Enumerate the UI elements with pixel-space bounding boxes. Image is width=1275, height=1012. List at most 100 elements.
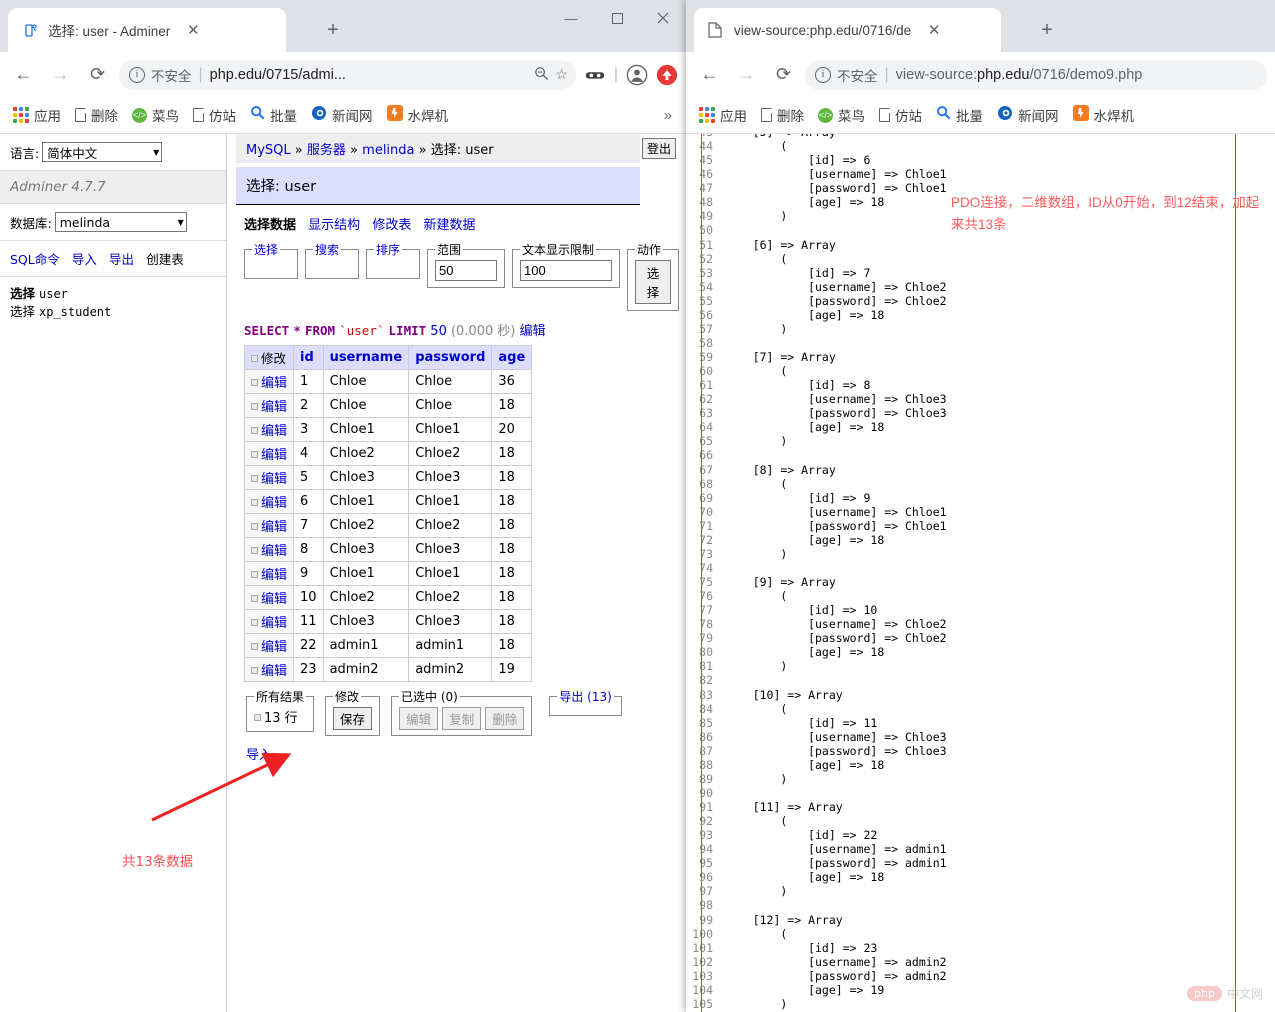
bookmark-delete[interactable]: 删除 bbox=[754, 105, 811, 125]
row-edit-link[interactable]: 编辑 bbox=[261, 616, 287, 631]
forward-button[interactable]: → bbox=[731, 59, 762, 90]
bookmark-fangzhan[interactable]: 仿站 bbox=[872, 105, 929, 125]
bookmarks-overflow-button[interactable]: » bbox=[656, 107, 680, 124]
row-edit-link[interactable]: 编辑 bbox=[261, 664, 287, 679]
reload-button[interactable]: ⟳ bbox=[768, 59, 799, 90]
clone-selected-button[interactable]: 复制 bbox=[442, 707, 482, 730]
bookmark-xinwenwang[interactable]: 新闻网 bbox=[990, 105, 1066, 126]
import-link[interactable]: 导入 bbox=[72, 252, 97, 267]
row-edit-link[interactable]: 编辑 bbox=[261, 544, 287, 559]
column-header-id[interactable]: id bbox=[293, 345, 324, 370]
bookmark-star-icon[interactable]: ☆ bbox=[555, 66, 568, 83]
bookmark-apps[interactable]: 应用 bbox=[6, 105, 68, 125]
row-checkbox[interactable] bbox=[251, 571, 258, 578]
row-checkbox[interactable] bbox=[251, 643, 258, 650]
select-all-checkbox[interactable] bbox=[251, 355, 258, 362]
tab-alter-table[interactable]: 修改表 bbox=[372, 218, 411, 233]
row-edit-link[interactable]: 编辑 bbox=[261, 640, 287, 655]
browser-tab-adminer[interactable]: 选择: user - Adminer ✕ bbox=[8, 8, 286, 52]
bookmark-apps[interactable]: 应用 bbox=[692, 105, 754, 125]
text-length-input[interactable] bbox=[520, 260, 612, 281]
fieldset-select[interactable]: 选择 bbox=[244, 241, 298, 279]
bookmark-shuihanji[interactable]: 水焊机 bbox=[380, 104, 456, 126]
column-header-username[interactable]: username bbox=[322, 345, 410, 370]
sql-command-link[interactable]: SQL命令 bbox=[10, 252, 60, 267]
fieldset-sort[interactable]: 排序 bbox=[366, 241, 420, 279]
breadcrumb-server[interactable]: 服务器 bbox=[307, 143, 346, 158]
tab-new-item[interactable]: 新建数据 bbox=[423, 218, 475, 233]
table-list-item-xp-student[interactable]: 选择 xp_student bbox=[10, 303, 216, 321]
table-list-item-user[interactable]: 选择 user bbox=[10, 285, 216, 303]
fieldset-legend[interactable]: 选择 bbox=[252, 241, 280, 258]
bookmark-piliang[interactable]: 批量 bbox=[243, 105, 304, 125]
sql-edit-link[interactable]: 编辑 bbox=[520, 324, 546, 339]
bookmark-shuihanji[interactable]: 水焊机 bbox=[1066, 104, 1142, 126]
profile-icon[interactable] bbox=[626, 64, 648, 86]
bookmark-delete[interactable]: 删除 bbox=[68, 105, 125, 125]
address-bar[interactable]: i 不安全 | view-source:php.edu/0716/demo9.p… bbox=[805, 59, 1267, 90]
update-icon[interactable] bbox=[656, 64, 678, 86]
fieldset-search[interactable]: 搜索 bbox=[305, 241, 359, 279]
row-checkbox[interactable] bbox=[251, 595, 258, 602]
row-edit-link[interactable]: 编辑 bbox=[261, 520, 287, 535]
forward-button[interactable]: → bbox=[45, 59, 76, 90]
row-checkbox[interactable] bbox=[251, 379, 258, 386]
row-checkbox[interactable] bbox=[251, 619, 258, 626]
source-viewport[interactable]: 4344454647484950515253545556575859606162… bbox=[686, 134, 1275, 1012]
bookmark-fangzhan[interactable]: 仿站 bbox=[186, 105, 243, 125]
row-checkbox[interactable] bbox=[251, 403, 258, 410]
back-button[interactable]: ← bbox=[8, 59, 39, 90]
column-header-age[interactable]: age bbox=[491, 345, 533, 370]
row-checkbox[interactable] bbox=[251, 499, 258, 506]
column-header-password[interactable]: password bbox=[408, 345, 493, 370]
bookmark-piliang[interactable]: 批量 bbox=[929, 105, 990, 125]
breadcrumb-mysql[interactable]: MySQL bbox=[246, 143, 291, 158]
tab-show-structure[interactable]: 显示结构 bbox=[308, 218, 360, 233]
back-button[interactable]: ← bbox=[694, 59, 725, 90]
row-edit-link[interactable]: 编辑 bbox=[261, 376, 287, 391]
new-tab-button[interactable]: + bbox=[320, 17, 346, 43]
language-select[interactable]: 简体中文 ▼ bbox=[42, 142, 163, 162]
site-info-icon[interactable]: i bbox=[129, 66, 145, 83]
row-edit-link[interactable]: 编辑 bbox=[261, 496, 287, 511]
incognito-extension-icon[interactable] bbox=[584, 67, 606, 83]
create-table-link[interactable]: 创建表 bbox=[146, 252, 184, 267]
row-checkbox[interactable] bbox=[251, 451, 258, 458]
select-submit-button[interactable]: 选择 bbox=[635, 260, 671, 304]
minimize-button[interactable]: — bbox=[548, 0, 594, 36]
row-checkbox[interactable] bbox=[251, 427, 258, 434]
database-select[interactable]: melinda ▼ bbox=[54, 212, 187, 232]
tab-select-data[interactable]: 选择数据 bbox=[244, 218, 296, 233]
maximize-button[interactable] bbox=[594, 0, 640, 36]
row-checkbox[interactable] bbox=[251, 475, 258, 482]
row-edit-link[interactable]: 编辑 bbox=[261, 448, 287, 463]
reload-button[interactable]: ⟳ bbox=[82, 59, 113, 90]
row-edit-link[interactable]: 编辑 bbox=[261, 424, 287, 439]
new-tab-button[interactable]: + bbox=[1034, 17, 1060, 43]
zoom-out-icon[interactable] bbox=[534, 66, 549, 84]
tab-close-icon[interactable]: ✕ bbox=[182, 19, 204, 41]
edit-selected-button[interactable]: 编辑 bbox=[399, 707, 439, 730]
export-link[interactable]: 导出 bbox=[109, 252, 134, 267]
row-edit-link[interactable]: 编辑 bbox=[261, 472, 287, 487]
fieldset-legend[interactable]: 排序 bbox=[374, 241, 402, 258]
row-checkbox[interactable] bbox=[251, 547, 258, 554]
export-legend-link[interactable]: 导出 (13) bbox=[557, 688, 613, 705]
row-edit-link[interactable]: 编辑 bbox=[261, 592, 287, 607]
limit-input[interactable] bbox=[435, 260, 497, 281]
bookmark-cainiao[interactable]: </> 菜鸟 bbox=[811, 105, 872, 125]
close-button[interactable] bbox=[640, 0, 686, 36]
bookmark-xinwenwang[interactable]: 新闻网 bbox=[304, 105, 380, 126]
bookmark-cainiao[interactable]: </> 菜鸟 bbox=[125, 105, 186, 125]
address-bar[interactable]: i 不安全 | php.edu/0715/admi... ☆ bbox=[119, 59, 576, 90]
site-info-icon[interactable]: i bbox=[815, 66, 831, 83]
tab-close-icon[interactable]: ✕ bbox=[923, 19, 945, 41]
row-edit-link[interactable]: 编辑 bbox=[261, 568, 287, 583]
logout-button[interactable]: 登出 bbox=[641, 138, 676, 159]
fieldset-legend[interactable]: 搜索 bbox=[313, 241, 341, 258]
breadcrumb-database[interactable]: melinda bbox=[362, 143, 414, 158]
browser-tab-view-source[interactable]: view-source:php.edu/0716/de ✕ bbox=[694, 8, 1001, 52]
row-checkbox[interactable] bbox=[251, 667, 258, 674]
all-rows-checkbox[interactable] bbox=[254, 714, 261, 721]
save-button[interactable]: 保存 bbox=[333, 707, 373, 730]
